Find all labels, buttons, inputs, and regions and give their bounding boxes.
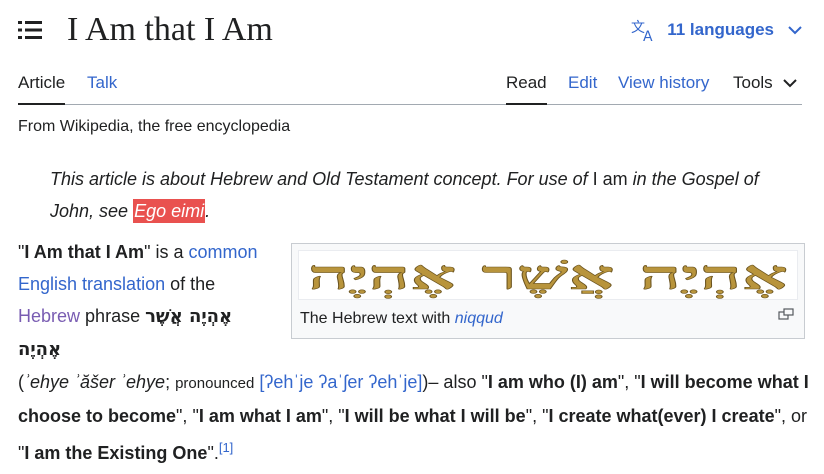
svg-text:A: A	[643, 29, 653, 42]
page-tabs: Article Talk Read Edit View history Tool…	[18, 62, 802, 105]
hebrew-link[interactable]: Hebrew	[18, 306, 80, 326]
tab-view-history[interactable]: View history	[618, 72, 709, 94]
page-header: I Am that I Am 文 A 11 languages	[0, 0, 824, 62]
text-phrase: phrase	[85, 306, 146, 326]
site-tagline: From Wikipedia, the free encyclopedia	[18, 118, 291, 135]
languages-label: 11 languages	[667, 20, 774, 39]
languages-button[interactable]: 文 A 11 languages	[631, 18, 802, 42]
bold-title: I Am that I Am	[24, 242, 145, 262]
transliteration: ʾehye ʾăšer ʾehye	[24, 372, 166, 392]
separator: ", "	[617, 372, 641, 392]
separator: ", "	[321, 406, 345, 426]
chevron-down-icon	[788, 26, 802, 35]
alt-translation: I will be what I will be	[344, 406, 526, 426]
tools-menu[interactable]: Tools	[733, 72, 797, 94]
pronounced-label: pronounced	[175, 375, 255, 392]
tab-edit[interactable]: Edit	[568, 72, 597, 94]
text-is-a: " is a	[144, 242, 184, 262]
hatnote-end: .	[205, 201, 211, 221]
sentence-end: ".	[207, 443, 219, 463]
separator: ", "	[176, 406, 199, 426]
alt-translation: I create what(ever) I create	[548, 406, 775, 426]
main-menu-icon[interactable]	[18, 20, 42, 40]
alt-translation: I am who (I) am	[487, 372, 618, 392]
separator: ", "	[525, 406, 549, 426]
ipa-link[interactable]: [ʔehˈje ʔaˈʃer ʔehˈje]	[259, 372, 422, 392]
text-also: )– also "	[422, 372, 488, 392]
alt-translation: I am the Existing One	[24, 443, 208, 463]
hatnote: This article is about Hebrew and Old Tes…	[50, 163, 790, 227]
language-icon: 文 A	[631, 20, 653, 42]
chevron-down-icon	[782, 79, 797, 88]
tab-article[interactable]: Article	[18, 72, 66, 105]
hatnote-i-am: I am	[592, 169, 628, 189]
text-of-the: of the	[165, 274, 216, 294]
lead-paragraph: "I Am that I Am" is a common English tra…	[18, 236, 818, 469]
lead-left-column: "I Am that I Am" is a common English tra…	[18, 236, 280, 366]
tab-talk[interactable]: Talk	[87, 72, 117, 94]
alt-translation: I am what I am	[198, 406, 322, 426]
ego-eimi-link[interactable]: Ego eimi	[133, 199, 206, 223]
hatnote-text: This article is about Hebrew and Old Tes…	[50, 169, 593, 189]
tab-read[interactable]: Read	[506, 72, 547, 105]
lead-full-width: (ʾehye ʾăšer ʾehye; pronounced [ʔehˈje ʔ…	[18, 366, 818, 469]
tools-label: Tools	[733, 73, 773, 92]
semicolon: ;	[165, 372, 176, 392]
page-title: I Am that I Am	[67, 11, 273, 48]
reference-1-link[interactable]: [1]	[219, 440, 233, 455]
